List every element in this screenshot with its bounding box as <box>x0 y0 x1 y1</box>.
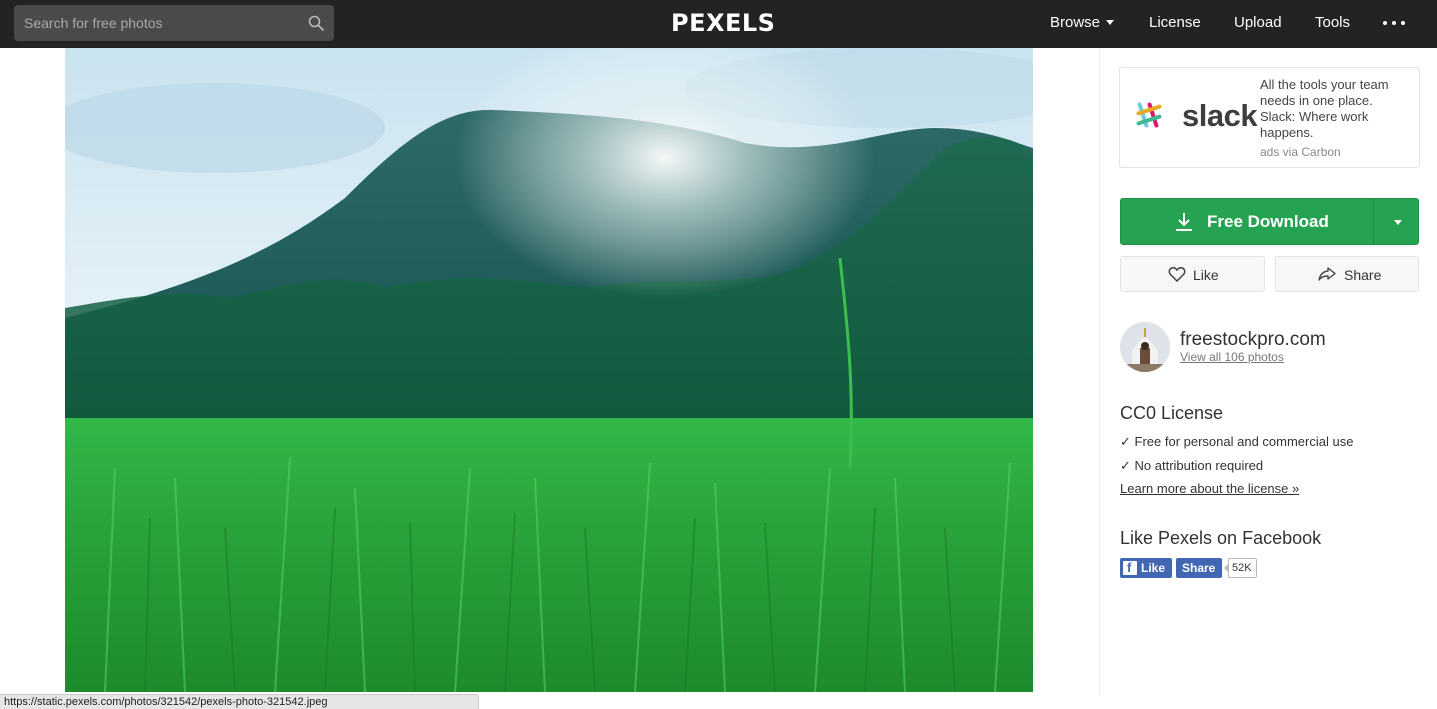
facebook-share-button[interactable]: Share <box>1176 558 1222 578</box>
ad-via-carbon[interactable]: ads via Carbon <box>1260 145 1341 159</box>
chevron-down-icon[interactable] <box>1106 20 1114 25</box>
heart-icon <box>1168 267 1186 282</box>
license-item: ✓ No attribution required <box>1120 458 1264 473</box>
like-label: Like <box>1193 267 1219 283</box>
ad-text[interactable]: All the tools your team needs in one pla… <box>1260 77 1410 141</box>
search-box[interactable] <box>14 5 334 41</box>
search-icon[interactable] <box>308 15 324 31</box>
license-title: CC0 License <box>1120 403 1224 423</box>
slack-logo[interactable]: slack <box>1134 96 1258 136</box>
free-download-label: Free Download <box>1207 212 1329 231</box>
facebook-icon: f <box>1123 560 1137 575</box>
slack-wordmark: slack <box>1182 98 1258 133</box>
nav-tools[interactable]: Tools <box>1315 14 1350 31</box>
facebook-count-value: 52K <box>1232 562 1252 574</box>
view-all-photos-link[interactable]: View all 106 photos <box>1180 350 1284 364</box>
free-download-button[interactable]: Free Download <box>1120 198 1419 245</box>
top-navigation-bar: PEXELS Browse License Upload Tools <box>0 0 1437 48</box>
browser-status-bar: https://static.pexels.com/photos/321542/… <box>0 694 479 709</box>
carbon-ad[interactable]: slack All the tools your team needs in o… <box>1119 67 1420 168</box>
like-button[interactable]: Like <box>1120 256 1265 292</box>
chevron-down-icon <box>1394 220 1402 225</box>
facebook-like-label: Like <box>1141 561 1166 575</box>
share-icon <box>1318 267 1336 281</box>
facebook-share-label: Share <box>1182 561 1216 575</box>
avatar[interactable] <box>1120 322 1170 372</box>
main-photo[interactable] <box>65 48 1033 692</box>
download-options-button[interactable] <box>1374 199 1419 244</box>
share-button[interactable]: Share <box>1275 256 1419 292</box>
pexels-logo[interactable]: PEXELS <box>671 9 775 37</box>
nav-license[interactable]: License <box>1149 14 1201 31</box>
search-input[interactable] <box>14 5 299 41</box>
nav-upload[interactable]: Upload <box>1234 14 1282 31</box>
share-label: Share <box>1344 267 1382 283</box>
free-download-main[interactable]: Free Download <box>1121 199 1373 244</box>
facebook-title: Like Pexels on Facebook <box>1120 528 1322 548</box>
license-item: ✓ Free for personal and commercial use <box>1120 434 1354 449</box>
nav-browse[interactable]: Browse <box>1050 14 1100 31</box>
author-name[interactable]: freestockpro.com <box>1180 329 1326 351</box>
sidebar-divider <box>1099 48 1100 693</box>
facebook-like-button[interactable]: f Like <box>1120 558 1172 578</box>
learn-more-license-link[interactable]: Learn more about the license » <box>1120 481 1299 496</box>
download-icon <box>1176 213 1192 231</box>
more-dots-icon[interactable] <box>1383 21 1405 26</box>
facebook-like-count: 52K <box>1224 558 1257 578</box>
status-url: https://static.pexels.com/photos/321542/… <box>4 696 328 708</box>
